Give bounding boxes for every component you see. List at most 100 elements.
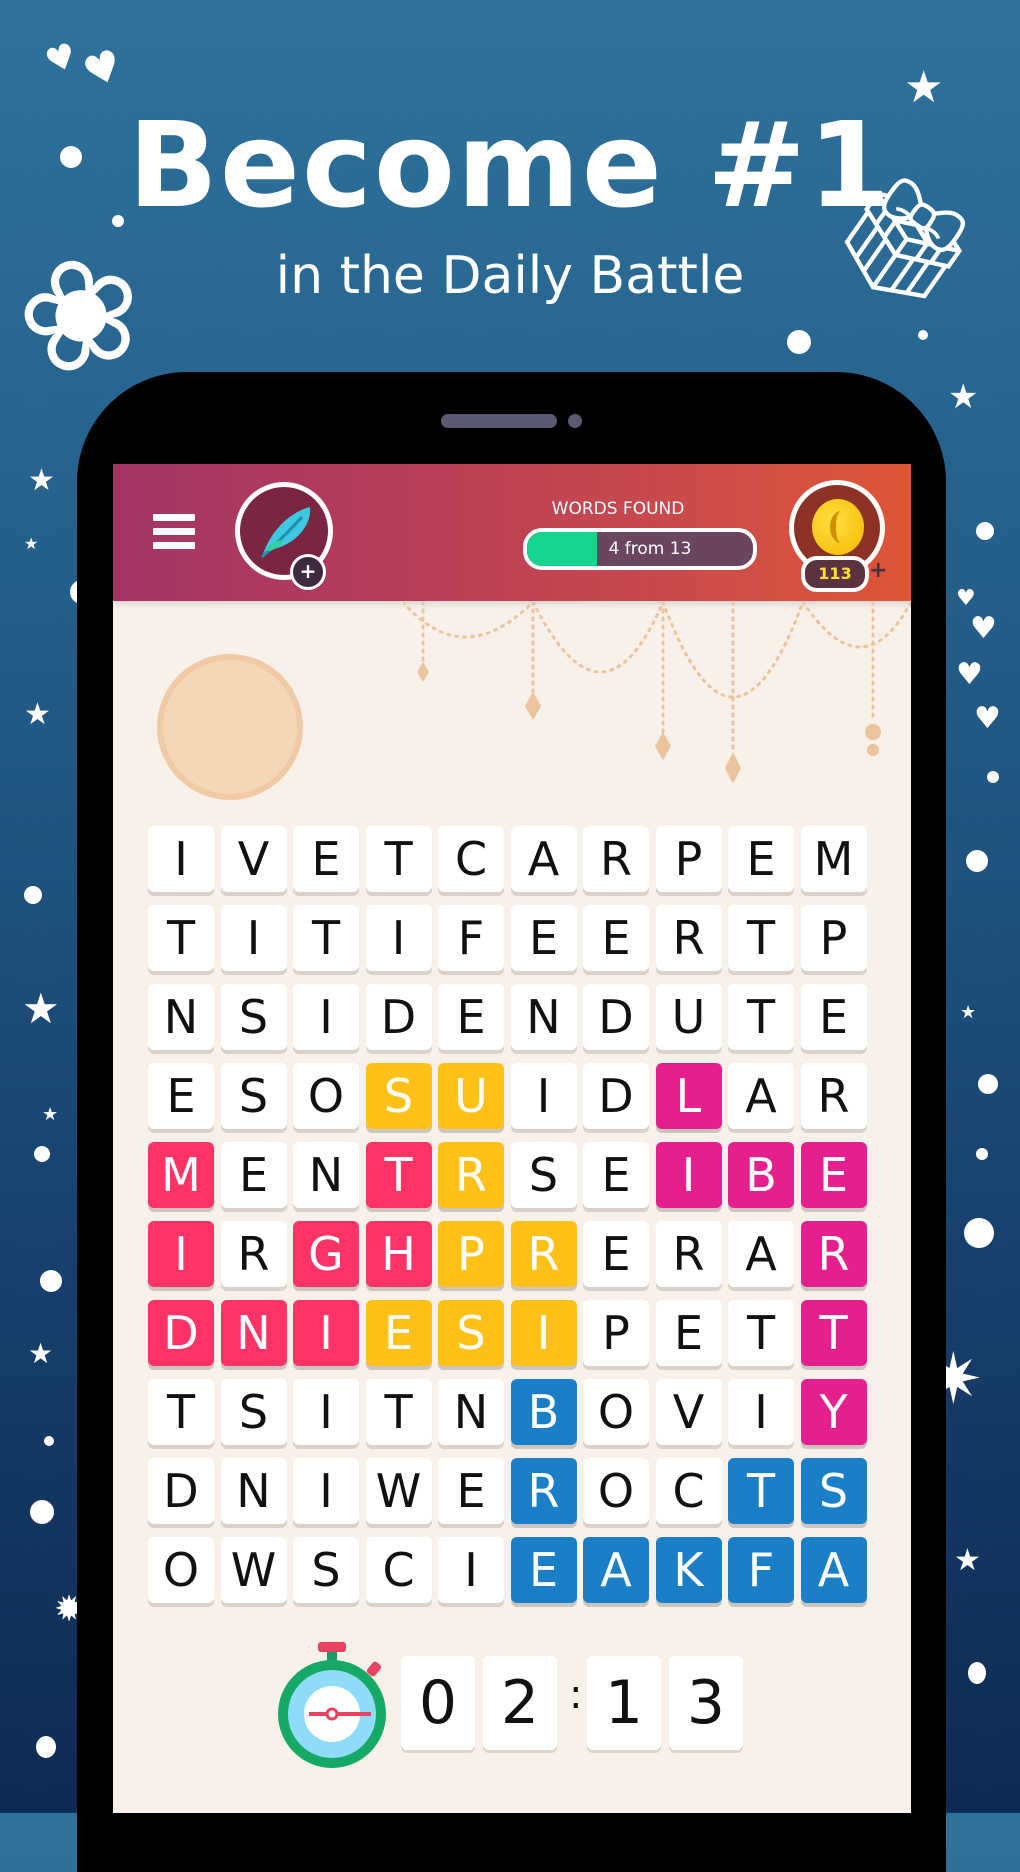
grid-tile[interactable]: L	[655, 1063, 722, 1129]
grid-tile[interactable]: E	[148, 1063, 214, 1129]
grid-tile[interactable]: E	[728, 826, 794, 892]
grid-tile[interactable]: I	[655, 1142, 722, 1208]
grid-tile[interactable]: W	[365, 1458, 432, 1524]
grid-tile[interactable]: A	[510, 826, 577, 892]
grid-tile[interactable]: I	[728, 1379, 794, 1445]
grid-tile[interactable]: A	[728, 1221, 794, 1287]
grid-tile[interactable]: I	[293, 1300, 359, 1366]
grid-tile[interactable]: A	[800, 1537, 867, 1603]
grid-tile[interactable]: E	[583, 905, 649, 971]
grid-tile[interactable]: T	[148, 1379, 214, 1445]
grid-tile[interactable]: R	[655, 905, 722, 971]
grid-tile[interactable]: H	[365, 1221, 432, 1287]
grid-tile[interactable]: I	[365, 905, 432, 971]
grid-tile[interactable]: T	[800, 1300, 867, 1366]
grid-tile[interactable]: N	[510, 984, 577, 1050]
grid-tile[interactable]: R	[583, 826, 649, 892]
grid-tile[interactable]: R	[655, 1221, 722, 1287]
grid-tile[interactable]: C	[655, 1458, 722, 1524]
grid-tile[interactable]: I	[220, 905, 287, 971]
grid-tile[interactable]: S	[220, 984, 287, 1050]
grid-tile[interactable]: O	[583, 1458, 649, 1524]
grid-tile[interactable]: E	[438, 1458, 504, 1524]
grid-tile[interactable]: F	[438, 905, 504, 971]
grid-tile[interactable]: B	[510, 1379, 577, 1445]
grid-tile[interactable]: R	[800, 1063, 867, 1129]
grid-tile[interactable]: T	[728, 905, 794, 971]
grid-tile[interactable]: T	[365, 1379, 432, 1445]
grid-tile[interactable]: R	[510, 1221, 577, 1287]
grid-tile[interactable]: S	[438, 1300, 504, 1366]
grid-tile[interactable]: S	[293, 1537, 359, 1603]
grid-tile[interactable]: E	[365, 1300, 432, 1366]
grid-tile[interactable]: D	[148, 1458, 214, 1524]
grid-tile[interactable]: I	[148, 826, 214, 892]
grid-tile[interactable]: V	[220, 826, 287, 892]
grid-tile[interactable]: S	[220, 1063, 287, 1129]
grid-tile[interactable]: U	[438, 1063, 504, 1129]
grid-tile[interactable]: O	[148, 1537, 214, 1603]
grid-tile[interactable]: U	[655, 984, 722, 1050]
grid-tile[interactable]: D	[148, 1300, 214, 1366]
grid-tile[interactable]: E	[220, 1142, 287, 1208]
grid-tile[interactable]: T	[365, 826, 432, 892]
grid-tile[interactable]: S	[510, 1142, 577, 1208]
grid-tile[interactable]: R	[220, 1221, 287, 1287]
grid-tile[interactable]: N	[148, 984, 214, 1050]
grid-tile[interactable]: N	[293, 1142, 359, 1208]
grid-tile[interactable]: I	[148, 1221, 214, 1287]
grid-tile[interactable]: P	[655, 826, 722, 892]
grid-tile[interactable]: I	[510, 1063, 577, 1129]
grid-tile[interactable]: E	[438, 984, 504, 1050]
grid-tile[interactable]: R	[510, 1458, 577, 1524]
grid-tile[interactable]: K	[655, 1537, 722, 1603]
grid-tile[interactable]: I	[438, 1537, 504, 1603]
grid-tile[interactable]: C	[365, 1537, 432, 1603]
grid-tile[interactable]: S	[220, 1379, 287, 1445]
grid-tile[interactable]: A	[728, 1063, 794, 1129]
grid-tile[interactable]: T	[365, 1142, 432, 1208]
grid-tile[interactable]: E	[510, 905, 577, 971]
grid-tile[interactable]: S	[365, 1063, 432, 1129]
grid-tile[interactable]: I	[510, 1300, 577, 1366]
grid-tile[interactable]: F	[728, 1537, 794, 1603]
hamburger-menu-icon[interactable]	[153, 514, 195, 550]
grid-tile[interactable]: O	[583, 1379, 649, 1445]
grid-tile[interactable]: M	[800, 826, 867, 892]
grid-tile[interactable]: R	[800, 1221, 867, 1287]
grid-tile[interactable]: E	[800, 984, 867, 1050]
grid-tile[interactable]: A	[583, 1537, 649, 1603]
grid-tile[interactable]: N	[220, 1300, 287, 1366]
grid-tile[interactable]: D	[583, 984, 649, 1050]
add-avatar-button[interactable]: +	[290, 554, 326, 590]
grid-tile[interactable]: V	[655, 1379, 722, 1445]
grid-tile[interactable]: E	[583, 1221, 649, 1287]
grid-tile[interactable]: T	[728, 1458, 794, 1524]
grid-tile[interactable]: E	[800, 1142, 867, 1208]
grid-tile[interactable]: T	[293, 905, 359, 971]
grid-tile[interactable]: P	[438, 1221, 504, 1287]
grid-tile[interactable]: D	[583, 1063, 649, 1129]
grid-tile[interactable]: R	[438, 1142, 504, 1208]
grid-tile[interactable]: O	[293, 1063, 359, 1129]
grid-tile[interactable]: T	[728, 984, 794, 1050]
grid-tile[interactable]: N	[220, 1458, 287, 1524]
grid-tile[interactable]: N	[438, 1379, 504, 1445]
grid-tile[interactable]: T	[148, 905, 214, 971]
grid-tile[interactable]: P	[583, 1300, 649, 1366]
grid-tile[interactable]: B	[728, 1142, 794, 1208]
grid-tile[interactable]: I	[293, 1458, 359, 1524]
grid-tile[interactable]: P	[800, 905, 867, 971]
grid-tile[interactable]: E	[583, 1142, 649, 1208]
grid-tile[interactable]: E	[510, 1537, 577, 1603]
grid-tile[interactable]: Y	[800, 1379, 867, 1445]
grid-tile[interactable]: D	[365, 984, 432, 1050]
grid-tile[interactable]: M	[148, 1142, 214, 1208]
grid-tile[interactable]: E	[293, 826, 359, 892]
grid-tile[interactable]: S	[800, 1458, 867, 1524]
add-coins-button[interactable]: +	[869, 558, 887, 583]
grid-tile[interactable]: C	[438, 826, 504, 892]
grid-tile[interactable]: T	[728, 1300, 794, 1366]
grid-tile[interactable]: I	[293, 1379, 359, 1445]
grid-tile[interactable]: E	[655, 1300, 722, 1366]
